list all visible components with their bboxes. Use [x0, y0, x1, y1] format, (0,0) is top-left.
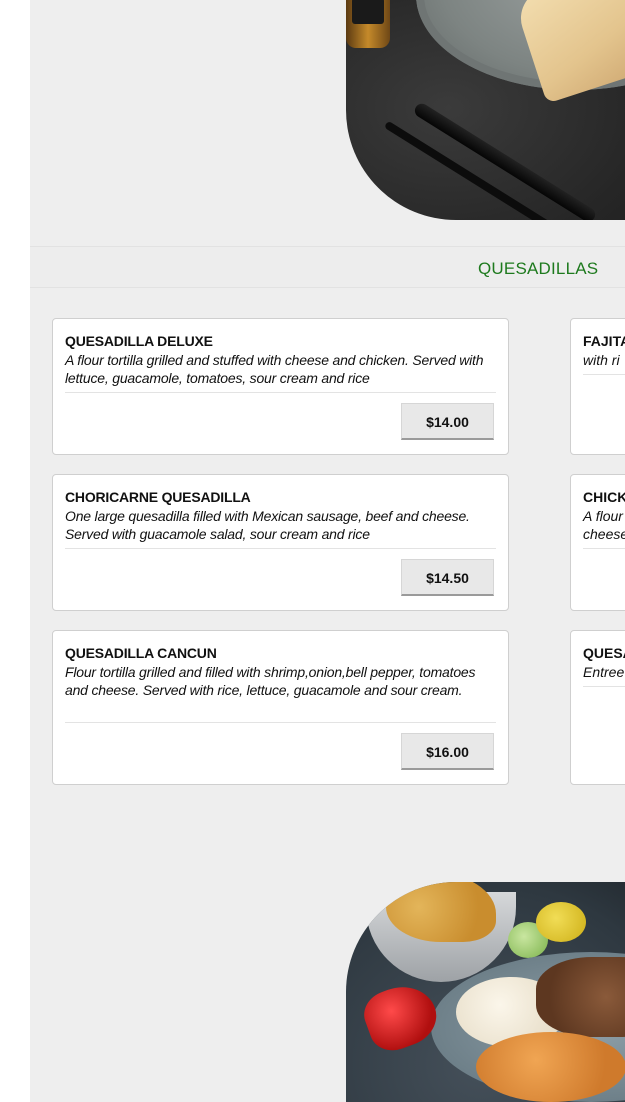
section-title: QUESADILLAS — [478, 259, 599, 278]
menu-item-description: One large quesadilla filled with Mexican… — [65, 508, 470, 542]
sauce-bottle-shape — [346, 0, 390, 48]
menu-item-card-partial[interactable]: CHICK A flour cheese — [570, 474, 625, 611]
lemon-shape — [536, 902, 586, 942]
divider — [583, 374, 625, 375]
price-button[interactable]: $16.00 — [401, 733, 494, 770]
menu-item-description: Flour tortilla grilled and filled with s… — [65, 664, 476, 698]
menu-item-description: A flour — [583, 508, 623, 524]
rice-shape — [476, 1032, 625, 1102]
quesadilla-plate-photo — [346, 0, 625, 220]
menu-item-card[interactable]: QUESADILLA CANCUN Flour tortilla grilled… — [52, 630, 509, 785]
menu-page: QUESADILLAS QUESADILLA DELUXE A flour to… — [30, 0, 625, 1102]
menu-item-description: A flour tortilla grilled and stuffed wit… — [65, 352, 484, 386]
menu-item-name: QUESADILLA CANCUN — [65, 645, 217, 661]
divider — [65, 392, 496, 393]
meat-shape — [536, 957, 625, 1037]
menu-item-card[interactable]: QUESADILLA DELUXE A flour tortilla grill… — [52, 318, 509, 455]
divider — [583, 686, 625, 687]
menu-item-card-partial[interactable]: FAJITA with ri — [570, 318, 625, 455]
menu-item-name: CHICK — [583, 489, 625, 505]
price-button[interactable]: $14.00 — [401, 403, 494, 440]
divider — [65, 722, 496, 723]
price-button[interactable]: $14.50 — [401, 559, 494, 596]
menu-item-card[interactable]: CHORICARNE QUESADILLA One large quesadil… — [52, 474, 509, 611]
red-pepper-shape — [357, 976, 445, 1058]
menu-item-name: CHORICARNE QUESADILLA — [65, 489, 251, 505]
menu-item-name: FAJITA — [583, 333, 625, 349]
menu-item-description: with ri — [583, 352, 620, 368]
fajita-plate-photo — [346, 882, 625, 1102]
divider — [583, 548, 625, 549]
menu-item-description: Entree — [583, 664, 625, 680]
menu-item-card-partial[interactable]: QUESA Entree — [570, 630, 625, 785]
section-header: QUESADILLAS — [30, 246, 625, 288]
menu-item-name: QUESADILLA DELUXE — [65, 333, 213, 349]
divider — [65, 548, 496, 549]
menu-item-name: QUESA — [583, 645, 625, 661]
menu-item-description-line2: cheese — [583, 526, 625, 542]
left-margin — [0, 0, 30, 1102]
